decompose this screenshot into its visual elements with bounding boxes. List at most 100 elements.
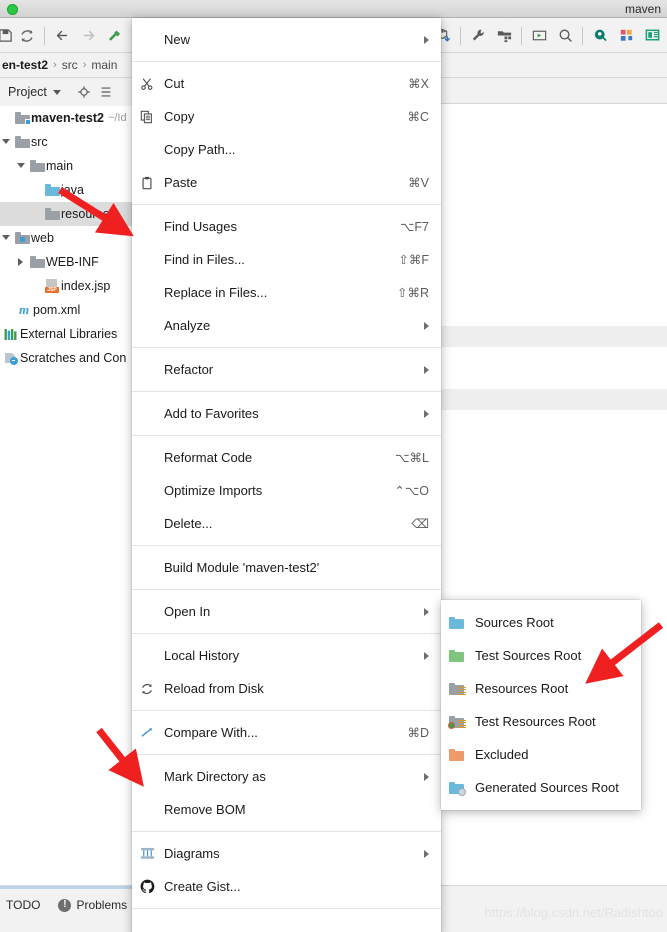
project-structure-icon[interactable]: [491, 23, 517, 49]
chevron-down-icon[interactable]: [52, 89, 61, 95]
build-hammer-icon[interactable]: [101, 23, 127, 49]
breadcrumb-item-main[interactable]: main: [91, 58, 117, 72]
context-menu-item-label: Create Gist...: [164, 879, 241, 894]
context-menu-item[interactable]: Find in Files... ⇧⌘F: [132, 243, 441, 276]
submenu-item-label: Sources Root: [475, 615, 554, 630]
context-menu-item-label: Paste: [164, 175, 198, 190]
tree-row-java[interactable]: java: [0, 178, 135, 202]
submenu-item[interactable]: Sources Root: [441, 606, 641, 639]
status-todo-button[interactable]: TODO: [6, 898, 40, 912]
submenu-item[interactable]: Test Resources Root: [441, 705, 641, 738]
submenu-item[interactable]: Resources Root: [441, 672, 641, 705]
tree-row-resources[interactable]: resources: [0, 202, 135, 226]
context-menu-item[interactable]: New: [132, 23, 441, 56]
context-menu-item[interactable]: Delete... ⌫: [132, 507, 441, 540]
compare-icon: [140, 725, 164, 740]
project-panel-header[interactable]: Project: [0, 78, 135, 106]
tree-row-web-inf[interactable]: WEB-INF: [0, 250, 135, 274]
submenu-item[interactable]: Generated Sources Root: [441, 771, 641, 804]
project-tree[interactable]: maven-test2 ~/Id src main java resources…: [0, 106, 135, 885]
submenu-item-label: Resources Root: [475, 681, 569, 696]
context-menu-separator: [132, 754, 441, 755]
warning-icon: !: [58, 898, 72, 912]
context-menu-item[interactable]: Refactor: [132, 353, 441, 386]
context-menu-item[interactable]: Cut ⌘X: [132, 67, 441, 100]
sync-refresh-icon[interactable]: [14, 23, 40, 49]
context-menu-item-shortcut: ⌥F7: [400, 220, 429, 234]
status-problems-button[interactable]: ! Problems: [58, 898, 127, 912]
project-panel-title: Project: [8, 85, 47, 99]
ui-designer-icon[interactable]: [639, 23, 665, 49]
module-icon: [13, 112, 31, 125]
tree-label: WEB-INF: [46, 255, 99, 269]
context-menu-item-label: Delete...: [164, 516, 213, 531]
tree-row-maven-test2[interactable]: maven-test2 ~/Id: [0, 106, 135, 130]
tree-row-src[interactable]: src: [0, 130, 135, 154]
context-menu-item[interactable]: Reload from Disk: [132, 672, 441, 705]
context-menu-item-label: Replace in Files...: [164, 285, 268, 300]
settings-wrench-icon[interactable]: [465, 23, 491, 49]
context-menu-item-shortcut: ⇧⌘F: [398, 253, 429, 267]
context-menu-separator: [132, 831, 441, 832]
breadcrumb-project[interactable]: en-test2: [2, 58, 48, 72]
breadcrumb-item-src[interactable]: src: [62, 58, 78, 72]
context-menu-separator: [132, 633, 441, 634]
search-magnifier-icon[interactable]: [552, 23, 578, 49]
submenu-arrow-icon: [424, 607, 429, 616]
context-menu-item[interactable]: Replace in Files... ⇧⌘R: [132, 276, 441, 309]
context-menu-item-label: New: [164, 32, 191, 47]
context-menu-item-label: Remove BOM: [164, 802, 246, 817]
save-all-icon[interactable]: [0, 23, 14, 49]
maven-icon[interactable]: [613, 23, 639, 49]
collapse-all-icon[interactable]: [99, 85, 113, 99]
context-menu-item[interactable]: Create Gist...: [132, 870, 441, 903]
context-menu[interactable]: New Cut ⌘X Copy ⌘C Copy Path... Paste ⌘V Find Us…: [132, 18, 441, 932]
context-menu-item[interactable]: Analyze: [132, 309, 441, 342]
tree-row-index-jsp[interactable]: JSP index.jsp: [0, 274, 135, 298]
context-menu-item[interactable]: Remove BOM: [132, 793, 441, 826]
green-maximize-button[interactable]: [7, 4, 18, 15]
context-menu-item[interactable]: Open In: [132, 595, 441, 628]
tree-row-external-libraries[interactable]: External Libraries: [0, 322, 135, 346]
context-menu-item-label: Cut: [164, 76, 185, 91]
folder-resources-icon: [449, 682, 475, 695]
context-menu-item[interactable]: Local History: [132, 639, 441, 672]
context-menu-item-label: Refactor: [164, 362, 214, 377]
tree-row-pom-xml[interactable]: m pom.xml: [0, 298, 135, 322]
tree-row-scratches[interactable]: Scratches and Con: [0, 346, 135, 370]
submenu-arrow-icon: [424, 321, 429, 330]
context-menu-item[interactable]: Diagrams: [132, 837, 441, 870]
context-menu-item-label: Add to Favorites: [164, 406, 259, 421]
run-icon[interactable]: [526, 23, 552, 49]
mark-directory-as-submenu[interactable]: Sources Root Test Sources Root Resources R…: [441, 600, 641, 810]
context-menu-separator: [132, 710, 441, 711]
context-menu-item[interactable]: Mark Directory as: [132, 760, 441, 793]
forward-arrow-icon[interactable]: [75, 23, 101, 49]
folder-test-resources-icon: [448, 715, 475, 729]
context-menu-item[interactable]: Copy ⌘C: [132, 100, 441, 133]
tree-row-web[interactable]: web: [0, 226, 135, 250]
context-menu-item[interactable]: Find Usages ⌥F7: [132, 210, 441, 243]
database-icon[interactable]: [587, 23, 613, 49]
context-menu-item[interactable]: Compare With... ⌘D: [132, 716, 441, 749]
submenu-item-label: Test Resources Root: [475, 714, 596, 729]
tree-label: index.jsp: [61, 279, 111, 293]
submenu-item[interactable]: Test Sources Root: [441, 639, 641, 672]
context-menu-item-shortcut: ⌥⌘L: [395, 451, 429, 465]
context-menu-item-label: Mark Directory as: [164, 769, 266, 784]
context-menu-item[interactable]: Optimize Imports ⌃⌥O: [132, 474, 441, 507]
locate-icon[interactable]: [77, 85, 91, 99]
submenu-item[interactable]: Excluded: [441, 738, 641, 771]
context-menu-item[interactable]: Add to Favorites: [132, 397, 441, 430]
back-arrow-icon[interactable]: [49, 23, 75, 49]
tree-label: maven-test2: [31, 111, 104, 125]
tree-label: main: [46, 159, 74, 173]
context-menu-item-shortcut: ⇧⌘R: [396, 286, 429, 300]
context-menu-item[interactable]: Build Module 'maven-test2': [132, 551, 441, 584]
context-menu-item[interactable]: Paste ⌘V: [132, 166, 441, 199]
context-menu-item[interactable]: Reformat Code ⌥⌘L: [132, 441, 441, 474]
toolbar-divider: [582, 26, 583, 45]
maven-pom-icon: m: [18, 302, 30, 317]
tree-row-main[interactable]: main: [0, 154, 135, 178]
context-menu-item[interactable]: Copy Path...: [132, 133, 441, 166]
